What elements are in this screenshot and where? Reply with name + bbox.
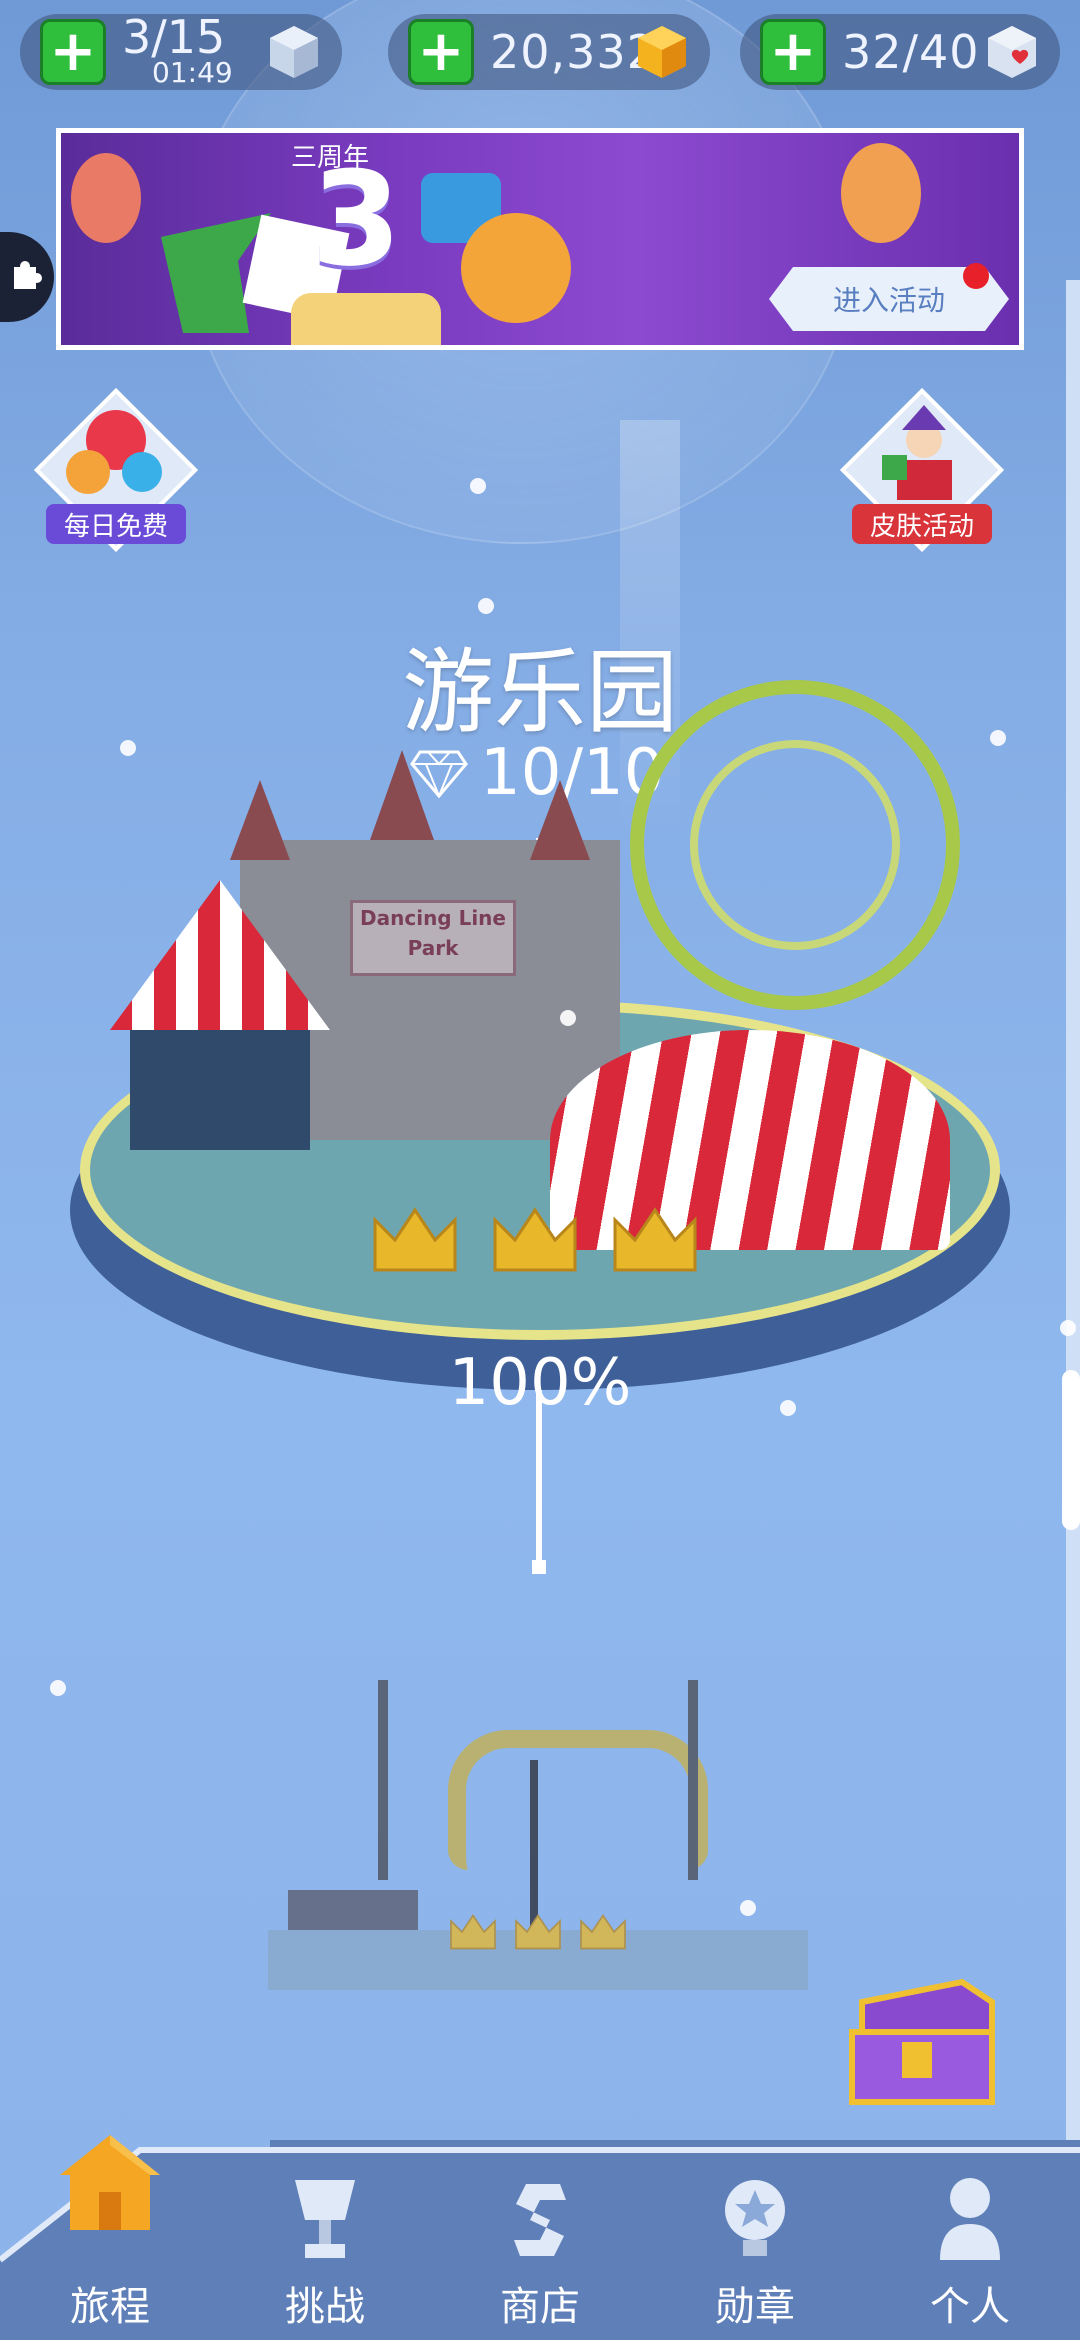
crown-icon <box>580 1914 626 1950</box>
next-level-island[interactable] <box>268 1640 808 2030</box>
crown-icon <box>493 1207 577 1272</box>
carousel-base <box>130 1030 310 1150</box>
crown-icon <box>613 1207 697 1272</box>
person-icon <box>940 2178 1000 2260</box>
balloon-decor-right <box>841 143 921 243</box>
snowflake <box>990 730 1006 746</box>
scrollbar-track[interactable] <box>1066 280 1080 2340</box>
snowflake <box>478 598 494 614</box>
castle-tower-3 <box>530 780 590 860</box>
level-title: 游乐园 <box>401 639 678 746</box>
trophy-icon <box>295 2180 355 2258</box>
gold-cube-icon <box>638 26 686 78</box>
castle-tower-2 <box>370 750 434 840</box>
snowflake <box>780 1400 796 1416</box>
snowflake <box>740 1900 756 1916</box>
nav-medals-label: 勋章 <box>715 2284 795 2330</box>
snowflake <box>470 478 486 494</box>
snowflake <box>120 740 136 756</box>
add-lives-button[interactable]: + <box>40 19 106 85</box>
nav-challenge-label: 挑战 <box>285 2284 365 2330</box>
puzzle-icon <box>14 261 42 289</box>
bare-tree-right <box>688 1680 698 1880</box>
ferris-wheel-inner <box>690 740 900 950</box>
park-sign: Dancing Line Park <box>350 900 516 976</box>
snowflake <box>560 1010 576 1026</box>
balloons-icon <box>66 410 162 494</box>
skin-event-button[interactable]: 皮肤活动 <box>839 387 1005 553</box>
nav-profile[interactable]: 个人 <box>870 2140 1070 2340</box>
house-icon <box>60 2135 160 2230</box>
nav-journey[interactable]: 旅程 <box>10 2100 210 2330</box>
bench <box>288 1890 418 1930</box>
scrollbar-thumb[interactable] <box>1062 1370 1080 1530</box>
bottom-navigation: 旅程 挑战 商店 勋章 个人 <box>0 2135 1080 2340</box>
daily-free-button[interactable]: 每日免费 <box>33 387 199 553</box>
heart-cube-icon <box>988 26 1036 78</box>
coins-counter[interactable]: + 20,332 <box>388 14 710 90</box>
nav-shop[interactable]: 商店 <box>440 2140 640 2340</box>
snowflake <box>50 1680 66 1696</box>
jester-box-icon <box>882 405 952 500</box>
cake-decor <box>291 293 441 345</box>
nav-challenge[interactable]: 挑战 <box>225 2140 425 2340</box>
treasure-chest-icon[interactable] <box>842 1962 1002 2112</box>
lives-timer: 01:49 <box>152 56 233 89</box>
snowflake <box>1060 1320 1076 1336</box>
path-node <box>532 1560 546 1574</box>
add-hearts-button[interactable]: + <box>760 19 826 85</box>
nav-shop-label: 商店 <box>500 2284 580 2330</box>
castle-tower-1 <box>230 780 290 860</box>
park-sign-line2: Park <box>407 936 459 960</box>
nav-profile-label: 个人 <box>930 2284 1010 2330</box>
nav-journey-label: 旅程 <box>70 2284 150 2330</box>
crown-icon <box>450 1914 496 1950</box>
anniversary-number: 3 <box>311 143 402 295</box>
nav-medals[interactable]: 勋章 <box>655 2140 855 2340</box>
level-progress-percent: 100% <box>448 1346 632 1420</box>
medal-icon <box>725 2180 785 2256</box>
park-sign-line1: Dancing Line <box>360 906 506 930</box>
hearts-counter[interactable]: + 32/40 <box>740 14 1060 90</box>
puzzle-side-tab[interactable] <box>0 232 54 322</box>
street-lamp <box>530 1760 538 1930</box>
crown-icon <box>373 1207 457 1272</box>
hearts-value: 32/40 <box>842 25 980 79</box>
crystal-cube-icon <box>270 26 318 78</box>
balloon-decor-left <box>71 153 141 243</box>
add-coins-button[interactable]: + <box>408 19 474 85</box>
amusement-park-island[interactable]: Dancing Line Park <box>70 680 1010 1420</box>
crown-icon <box>515 1914 561 1950</box>
anniversary-banner[interactable]: 三周年 3 进入活动 <box>56 128 1024 350</box>
bear-character <box>461 213 571 323</box>
saxophone <box>448 1730 708 1870</box>
skin-event-label: 皮肤活动 <box>852 504 992 544</box>
notification-dot <box>963 263 989 289</box>
daily-free-label: 每日免费 <box>46 504 186 544</box>
shop-s-icon <box>514 2184 566 2256</box>
bare-tree-left <box>378 1680 388 1880</box>
